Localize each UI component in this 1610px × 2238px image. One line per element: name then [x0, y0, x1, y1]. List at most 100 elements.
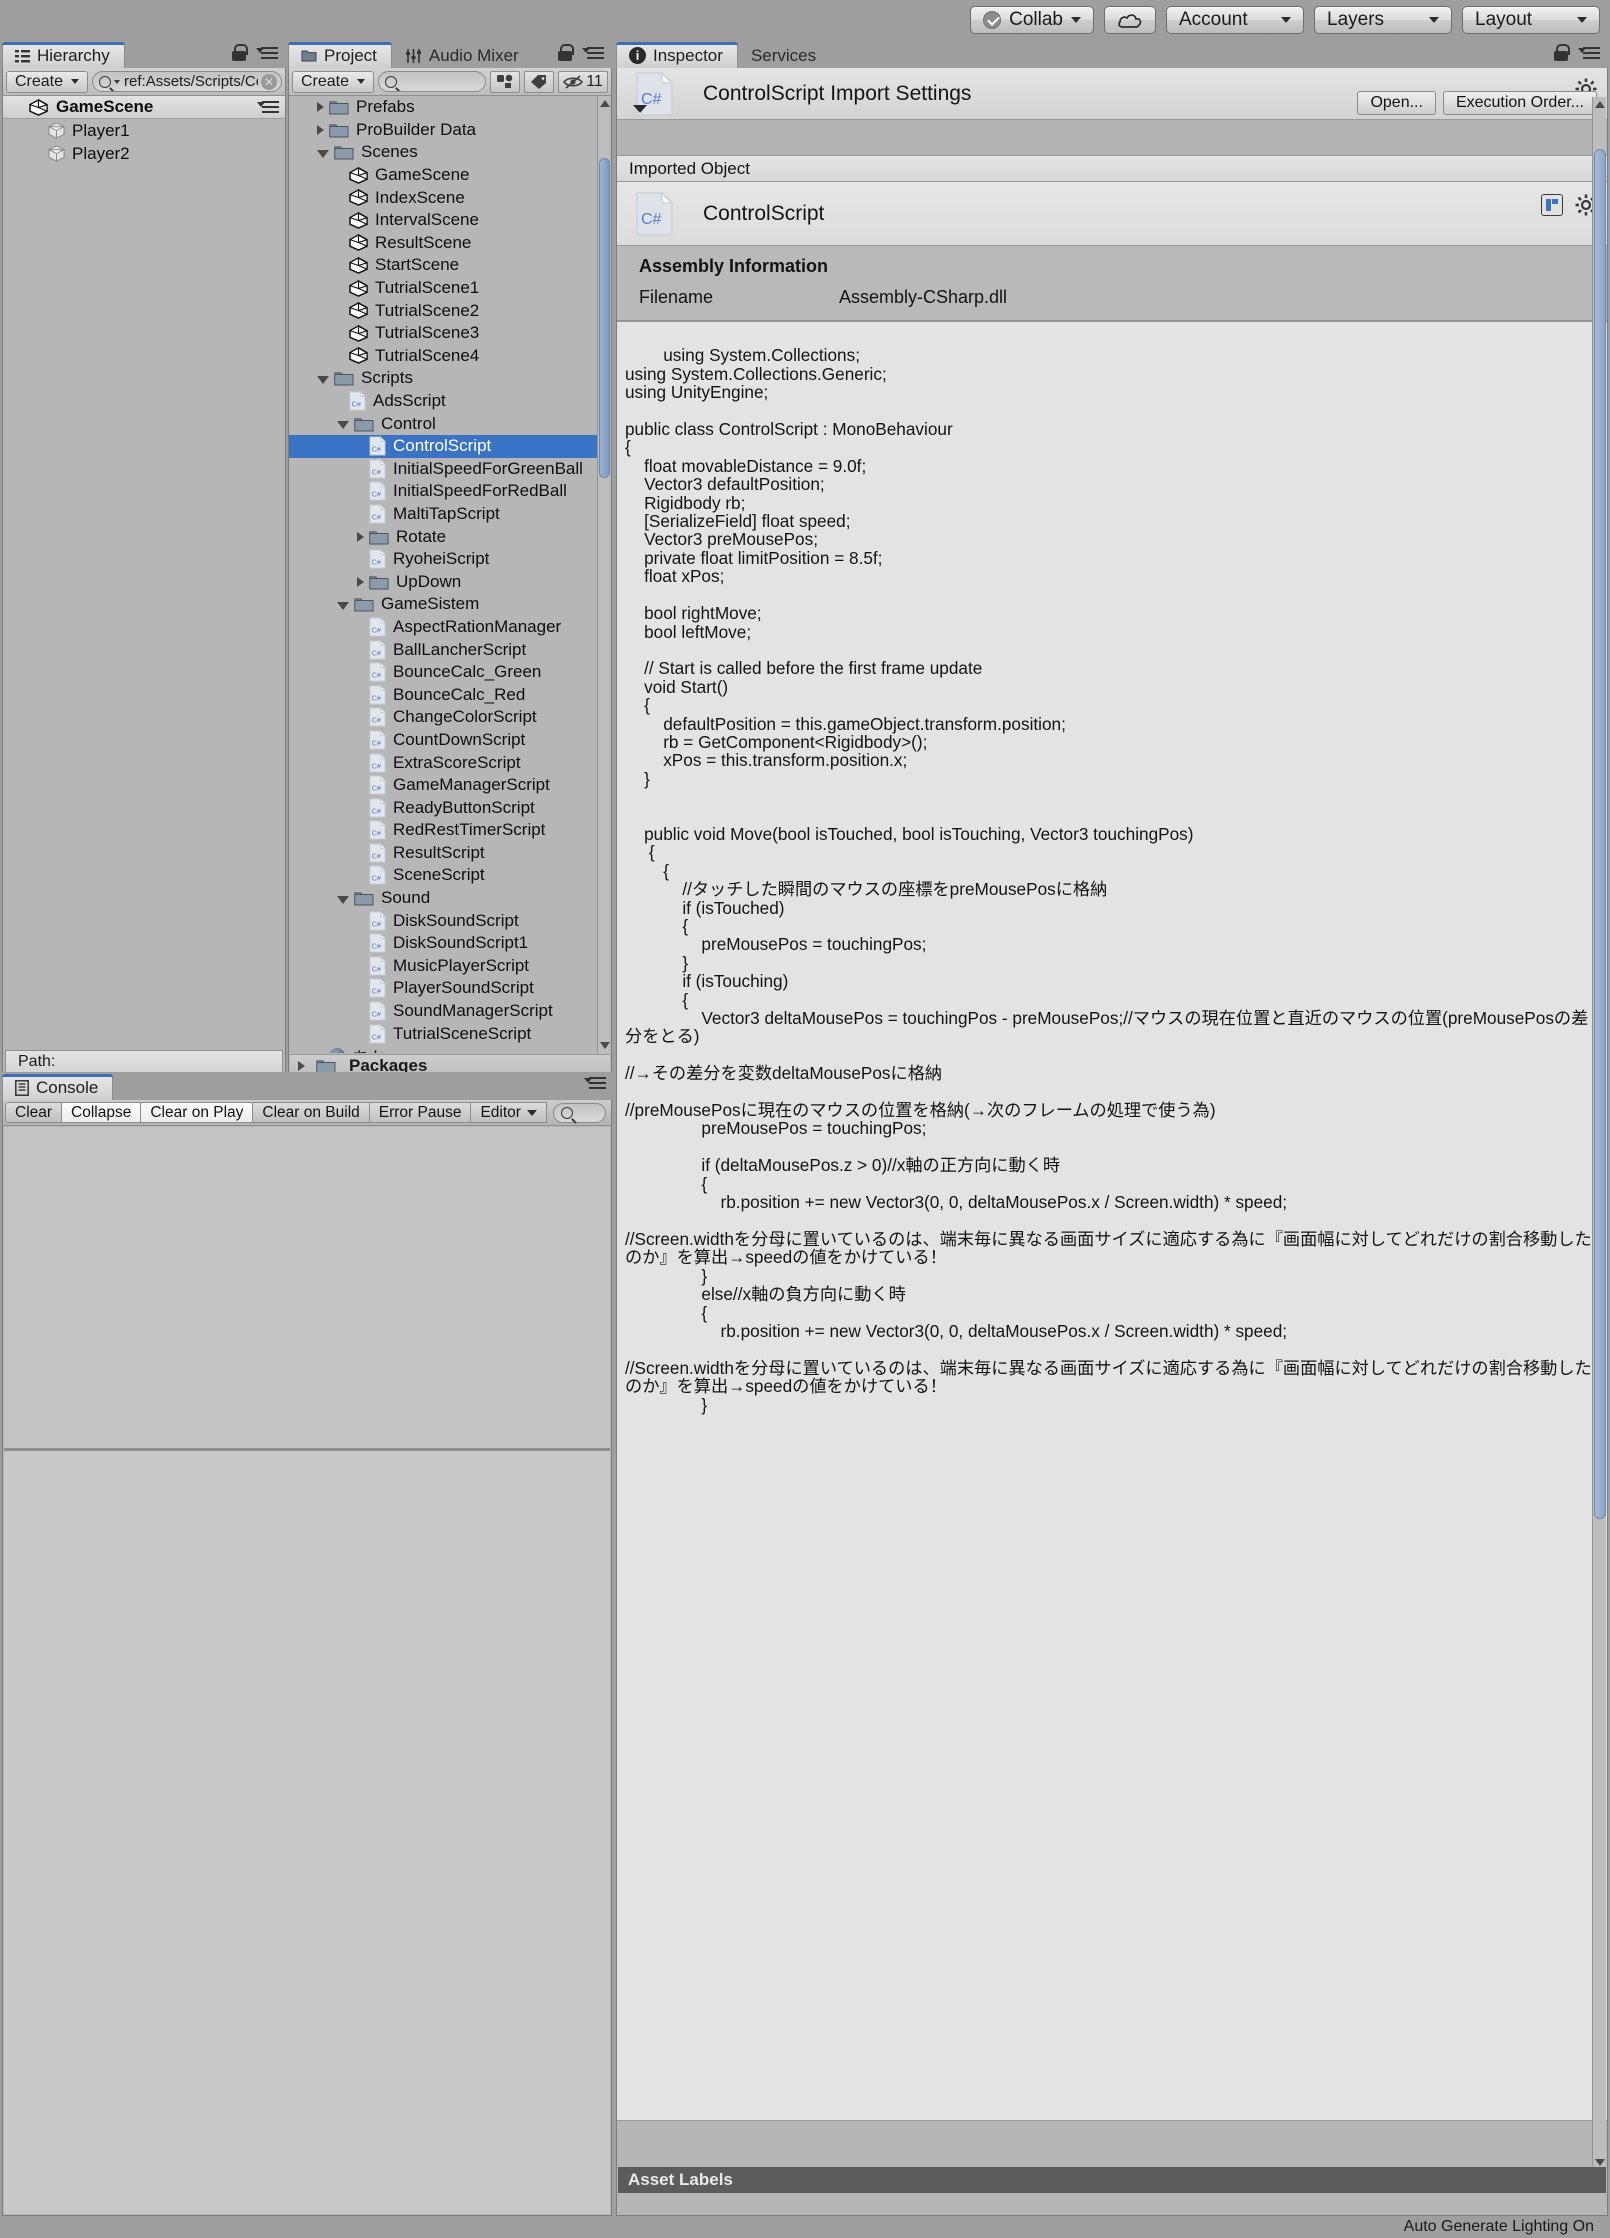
- clear-search-icon[interactable]: ✕: [261, 73, 277, 90]
- expand-arrow-icon[interactable]: [317, 124, 324, 135]
- tree-item[interactable]: C# PlayerSoundScript: [289, 977, 597, 1000]
- clear-button[interactable]: Clear: [5, 1102, 63, 1123]
- tree-item[interactable]: TutrialScene1: [289, 277, 597, 300]
- list-item[interactable]: Player1: [3, 119, 285, 142]
- tree-item[interactable]: C# SoundManagerScript: [289, 1000, 597, 1023]
- expand-arrow-icon[interactable]: [633, 104, 647, 113]
- scroll-down-icon[interactable]: [1595, 2159, 1605, 2166]
- tree-item[interactable]: IndexScene: [289, 186, 597, 209]
- hidden-assets-button[interactable]: 11: [558, 70, 608, 93]
- tree-item[interactable]: C# TutrialSceneScript: [289, 1022, 597, 1045]
- cloud-button[interactable]: [1104, 6, 1156, 34]
- lock-icon[interactable]: [558, 44, 574, 61]
- tree-item[interactable]: Control: [289, 412, 597, 435]
- help-icon[interactable]: [1541, 194, 1563, 216]
- tree-item[interactable]: C# AdsScript: [289, 390, 597, 413]
- tree-item[interactable]: Scenes: [289, 141, 597, 164]
- scroll-down-icon[interactable]: [600, 1042, 610, 1049]
- tree-item[interactable]: C# MusicPlayerScript: [289, 955, 597, 978]
- panel-menu-icon[interactable]: [584, 1076, 606, 1090]
- project-search-input[interactable]: [378, 71, 486, 92]
- tree-item[interactable]: ResultScene: [289, 232, 597, 255]
- lock-icon[interactable]: [232, 44, 248, 61]
- project-scroll-thumb[interactable]: [599, 158, 610, 478]
- tree-item[interactable]: C# AspectRationManager: [289, 616, 597, 639]
- layers-button[interactable]: Layers: [1314, 6, 1452, 34]
- execution-order-button[interactable]: Execution Order...: [1442, 91, 1597, 115]
- tab-hierarchy[interactable]: Hierarchy: [2, 42, 125, 68]
- asset-labels-bar[interactable]: Asset Labels: [618, 2167, 1606, 2193]
- tab-inspector[interactable]: i Inspector: [616, 42, 738, 68]
- expand-arrow-icon[interactable]: [298, 1060, 305, 1071]
- tab-audio-mixer[interactable]: Audio Mixer: [392, 42, 534, 68]
- clear-on-play-button[interactable]: Clear on Play: [140, 1102, 254, 1123]
- tree-item[interactable]: C# GameManagerScript: [289, 774, 597, 797]
- expand-arrow-icon[interactable]: [357, 531, 364, 542]
- filter-by-type-button[interactable]: [490, 70, 520, 93]
- tree-item[interactable]: GameScene: [289, 164, 597, 187]
- scroll-up-icon[interactable]: [1595, 101, 1605, 108]
- tree-item[interactable]: TutrialScene3: [289, 322, 597, 345]
- panel-menu-icon[interactable]: [582, 46, 604, 60]
- collapse-arrow-icon[interactable]: [337, 421, 349, 430]
- scroll-up-icon[interactable]: [600, 100, 610, 107]
- tab-services[interactable]: Services: [738, 42, 831, 68]
- tree-item[interactable]: IntervalScene: [289, 209, 597, 232]
- tree-item[interactable]: C# RyoheiScript: [289, 548, 597, 571]
- project-scrollbar[interactable]: [597, 96, 610, 1053]
- filter-by-label-button[interactable]: [524, 70, 554, 93]
- tree-item[interactable]: GameSistem: [289, 593, 597, 616]
- tree-item[interactable]: C# ReadyButtonScript: [289, 796, 597, 819]
- tree-item[interactable]: C# SceneScript: [289, 864, 597, 887]
- tree-item[interactable]: C# BounceCalc_Green: [289, 661, 597, 684]
- account-button[interactable]: Account: [1166, 6, 1304, 34]
- tree-item[interactable]: Scripts: [289, 367, 597, 390]
- console-log-area[interactable]: [4, 1127, 610, 2214]
- open-button[interactable]: Open...: [1357, 91, 1436, 115]
- clear-on-build-button[interactable]: Clear on Build: [252, 1102, 370, 1123]
- tree-item[interactable]: TutrialScene4: [289, 345, 597, 368]
- tree-item[interactable]: C# DiskSoundScript: [289, 909, 597, 932]
- tree-item[interactable]: C# InitialSpeedForGreenBall: [289, 458, 597, 481]
- collapse-arrow-icon[interactable]: [337, 601, 349, 610]
- tree-item[interactable]: Sound: [289, 887, 597, 910]
- tree-item[interactable]: StartScene: [289, 254, 597, 277]
- hierarchy-scene-row[interactable]: GameScene: [3, 96, 285, 119]
- collapse-button[interactable]: Collapse: [61, 1102, 142, 1123]
- tree-item[interactable]: C# InitialSpeedForRedBall: [289, 480, 597, 503]
- project-create-button[interactable]: Create: [292, 70, 375, 93]
- scene-menu-icon[interactable]: [257, 100, 279, 114]
- project-tree[interactable]: Prefabs ProBuilder Data Scenes GameScene Ind…: [289, 96, 597, 1053]
- panel-menu-icon[interactable]: [1578, 46, 1600, 60]
- tree-item[interactable]: C# BounceCalc_Red: [289, 683, 597, 706]
- collapse-arrow-icon[interactable]: [317, 375, 329, 384]
- error-pause-button[interactable]: Error Pause: [368, 1102, 472, 1123]
- expand-arrow-icon[interactable]: [317, 102, 324, 113]
- hierarchy-search-input[interactable]: ref:Assets/Scripts/Contro ✕: [92, 71, 282, 92]
- expand-arrow-icon[interactable]: [357, 576, 364, 587]
- collab-button[interactable]: Collab: [970, 6, 1094, 34]
- tree-item[interactable]: C# CountDownScript: [289, 729, 597, 752]
- tree-item[interactable]: TutrialScene2: [289, 299, 597, 322]
- tree-item[interactable]: ProBuilder Data: [289, 119, 597, 142]
- tree-item[interactable]: C# MaltiTapScript: [289, 503, 597, 526]
- collapse-arrow-icon[interactable]: [337, 895, 349, 904]
- console-search-input[interactable]: [552, 1102, 606, 1123]
- tree-item[interactable]: Rotate: [289, 525, 597, 548]
- inspector-scroll-thumb[interactable]: [1594, 149, 1606, 1519]
- tree-item[interactable]: C# ResultScript: [289, 842, 597, 865]
- panel-menu-icon[interactable]: [256, 46, 278, 60]
- lock-icon[interactable]: [1554, 44, 1570, 61]
- layout-button[interactable]: Layout: [1462, 6, 1600, 34]
- editor-dropdown[interactable]: Editor: [470, 1102, 547, 1123]
- hierarchy-create-button[interactable]: Create: [6, 70, 89, 93]
- inspector-scrollbar[interactable]: [1592, 97, 1606, 2170]
- tree-item-selected[interactable]: C# ControlScript: [289, 434, 597, 458]
- tree-item[interactable]: C# ExtraScoreScript: [289, 751, 597, 774]
- tab-project[interactable]: Project: [288, 42, 392, 68]
- tree-item[interactable]: Prefabs: [289, 96, 597, 119]
- tree-item[interactable]: C# BallLancherScript: [289, 638, 597, 661]
- tree-item[interactable]: C# ChangeColorScript: [289, 706, 597, 729]
- collapse-arrow-icon[interactable]: [317, 149, 329, 158]
- console-detail-area[interactable]: [4, 1451, 610, 2214]
